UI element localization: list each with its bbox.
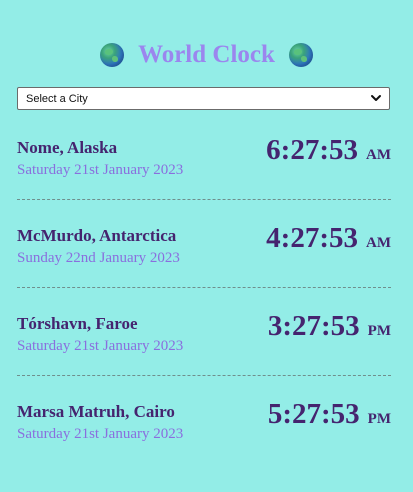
city-date: Sunday 22nd January 2023: [17, 250, 180, 266]
time-value: 4:27:53: [266, 222, 358, 254]
time-value: 5:27:53: [267, 398, 360, 430]
city-name: McMurdo, Antarctica: [17, 226, 177, 245]
time-ampm: AM: [366, 147, 391, 163]
city-date: Saturday 21st January 2023: [17, 162, 184, 178]
time-value: 3:27:53: [267, 310, 360, 342]
city-date: Saturday 21st January 2023: [17, 338, 184, 354]
time-ampm: AM: [366, 235, 391, 251]
city-item: Nome, Alaska Saturday 21st January 2023 …: [17, 134, 391, 198]
chevron-down-icon: [371, 95, 381, 101]
divider: [17, 375, 391, 376]
city-time: 4:27:53 AM: [266, 222, 391, 255]
city-select-value: Select a City: [26, 92, 88, 105]
globe-icon: [100, 43, 125, 67]
city-name: Nome, Alaska: [17, 138, 118, 157]
time-value: 6:27:53: [266, 134, 358, 166]
city-item: Tórshavn, Faroe Saturday 21st January 20…: [17, 310, 391, 374]
city-time: 5:27:53 PM: [268, 398, 391, 431]
city-name: Tórshavn, Faroe: [17, 314, 138, 333]
divider: [17, 287, 391, 288]
page-title: World Clock: [138, 41, 275, 68]
city-time: 6:27:53 AM: [266, 134, 391, 167]
divider: [17, 199, 391, 200]
city-item: McMurdo, Antarctica Sunday 22nd January …: [17, 222, 391, 286]
city-time: 3:27:53 PM: [268, 310, 391, 343]
city-date: Saturday 21st January 2023: [17, 426, 184, 442]
city-item: Marsa Matruh, Cairo Saturday 21st Januar…: [17, 398, 391, 462]
city-name: Marsa Matruh, Cairo: [17, 402, 175, 421]
globe-icon: [288, 43, 313, 67]
time-ampm: PM: [367, 323, 391, 339]
city-select[interactable]: Select a City: [17, 87, 390, 110]
time-ampm: PM: [367, 411, 391, 427]
header: World Clock: [0, 38, 413, 72]
